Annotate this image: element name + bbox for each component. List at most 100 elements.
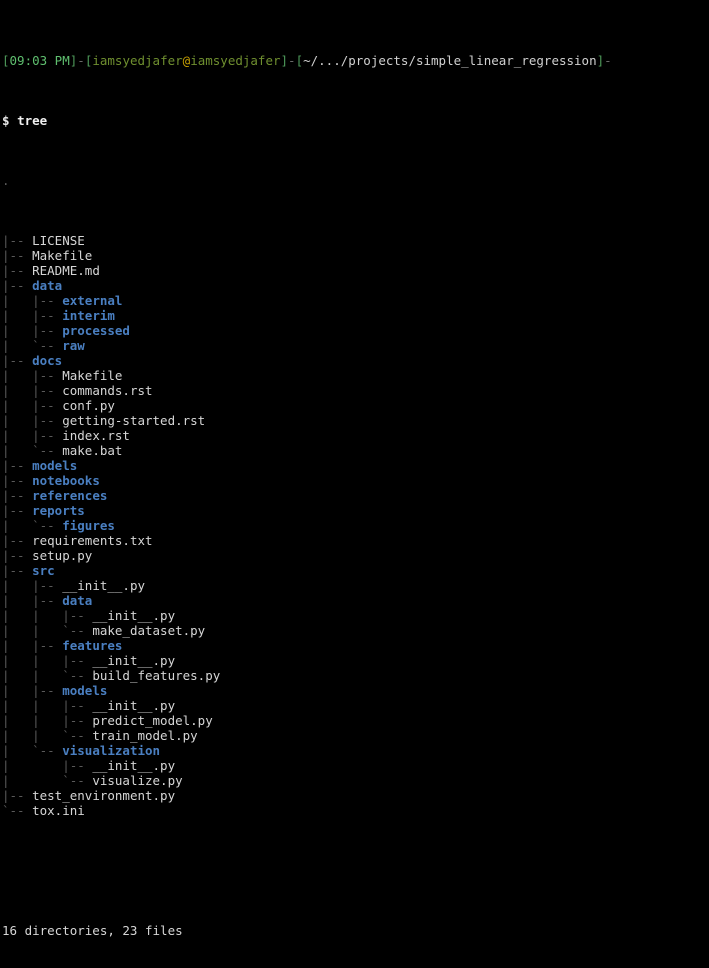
tree-directory-name: reports [32,503,85,518]
tree-directory-name: interim [62,308,115,323]
tree-directory-name: references [32,488,108,503]
tree-connector: | `-- [2,443,63,458]
tree-connector: | |-- [2,758,93,773]
prompt-dollar-sign: $ [2,113,10,128]
tree-file-name: setup.py [32,548,93,563]
tree-directory-name: src [32,563,55,578]
tree-connector: | |-- [2,293,63,308]
prompt-path-close-bracket: ] [596,53,605,68]
tree-file-name: commands.rst [62,383,153,398]
tree-file-name: index.rst [62,428,130,443]
tree-entry: | | |-- __init__.py [2,608,709,623]
tree-file-name: make_dataset.py [92,623,206,638]
tree-entry: |-- reports [2,503,709,518]
tree-entry: |-- setup.py [2,548,709,563]
prompt-working-directory: ~/.../projects/simple_linear_regression [303,53,597,68]
tree-entry: | |-- interim [2,308,709,323]
tree-file-name: make.bat [62,443,123,458]
tree-directory-name: features [62,638,123,653]
tree-entry: |-- notebooks [2,473,709,488]
tree-connector: | |-- [2,308,63,323]
tree-file-name: visualize.py [92,773,183,788]
tree-summary-line: 16 directories, 23 files [2,923,709,938]
tree-directory-name: models [62,683,108,698]
tree-file-name: Makefile [62,368,123,383]
tree-summary-text: 16 directories, 23 files [2,923,183,938]
tree-connector: |-- [2,263,33,278]
tree-connector: | | `-- [2,668,93,683]
tree-entry: | |-- __init__.py [2,578,709,593]
tree-connector: | |-- [2,383,63,398]
prompt-separator-3: - [604,53,612,68]
tree-entry: |-- LICENSE [2,233,709,248]
tree-entry: | |-- external [2,293,709,308]
tree-connector: | | `-- [2,728,93,743]
tree-listing: |-- LICENSE |-- Makefile |-- README.md |-- … [2,233,709,818]
tree-file-name: tox.ini [32,803,85,818]
tree-entry: | |-- models [2,683,709,698]
entered-command: tree [17,113,48,128]
tree-entry: | |-- features [2,638,709,653]
tree-directory-name: models [32,458,78,473]
tree-entry: | |-- getting-started.rst [2,413,709,428]
tree-file-name: __init__.py [62,578,146,593]
tree-directory-name: figures [62,518,115,533]
tree-file-name: README.md [32,263,100,278]
tree-entry: | `-- figures [2,518,709,533]
prompt-user-close-bracket: ] [280,53,289,68]
tree-connector: | |-- [2,398,63,413]
tree-entry: | `-- visualize.py [2,773,709,788]
tree-directory-name: processed [62,323,130,338]
tree-entry: | | `-- make_dataset.py [2,623,709,638]
tree-directory-name: docs [32,353,63,368]
tree-connector: |-- [2,248,33,263]
tree-directory-name: raw [62,338,85,353]
tree-connector: |-- [2,278,33,293]
tree-connector: | `-- [2,518,63,533]
tree-connector: `-- [2,803,33,818]
tree-connector: |-- [2,563,33,578]
tree-entry: | `-- raw [2,338,709,353]
tree-connector: |-- [2,533,33,548]
tree-root-line: . [2,173,709,188]
prompt-separator-1: - [77,53,85,68]
tree-connector: | `-- [2,338,63,353]
tree-connector: | `-- [2,773,93,788]
tree-entry: |-- Makefile [2,248,709,263]
tree-connector: | | `-- [2,623,93,638]
tree-connector: |-- [2,503,33,518]
tree-entry: |-- README.md [2,263,709,278]
tree-entry: | |-- index.rst [2,428,709,443]
prompt-separator-2: - [288,53,296,68]
tree-entry: |-- data [2,278,709,293]
command-line: $ tree [2,113,709,128]
terminal-output: [09:03 PM]-[iamsyedjafer@iamsyedjafer]-[… [0,0,709,968]
tree-connector: |-- [2,353,33,368]
tree-entry: | | `-- train_model.py [2,728,709,743]
tree-file-name: __init__.py [92,758,176,773]
tree-file-name: conf.py [62,398,115,413]
tree-root-dot: . [2,173,10,188]
tree-entry: |-- docs [2,353,709,368]
tree-connector: | |-- [2,593,63,608]
tree-connector: | |-- [2,683,63,698]
tree-directory-name: external [62,293,123,308]
tree-entry: | `-- make.bat [2,443,709,458]
tree-entry: | |-- Makefile [2,368,709,383]
tree-file-name: getting-started.rst [62,413,206,428]
tree-connector: | |-- [2,578,63,593]
tree-connector: |-- [2,788,33,803]
tree-file-name: test_environment.py [32,788,176,803]
tree-connector: | | |-- [2,713,93,728]
tree-connector: |-- [2,473,33,488]
tree-file-name: requirements.txt [32,533,153,548]
tree-entry: |-- src [2,563,709,578]
tree-entry: | |-- __init__.py [2,758,709,773]
tree-connector: | |-- [2,368,63,383]
tree-entry: |-- models [2,458,709,473]
tree-entry: | |-- processed [2,323,709,338]
tree-directory-name: data [32,278,63,293]
tree-connector: | |-- [2,638,63,653]
prompt-open-bracket: [ [2,53,10,68]
